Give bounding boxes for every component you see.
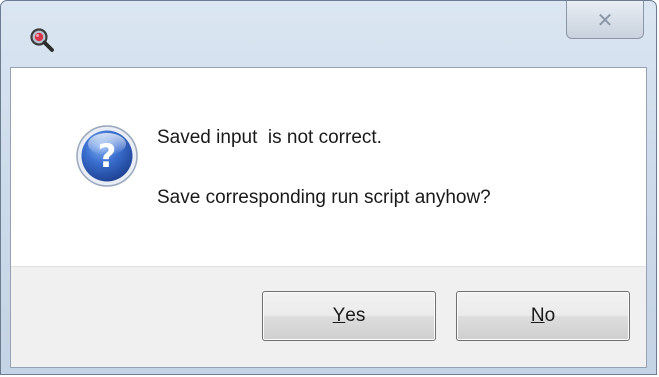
svg-text:?: ? [98,137,117,175]
magnifier-icon [30,28,54,52]
no-button-label: o [544,305,556,326]
message-line-2: Save corresponding run script anyhow? [157,187,491,208]
yes-button-label: es [345,305,366,326]
question-icon: ? [76,125,138,187]
dialog-window: ✕ ? Saved input is not correct. Save cor… [0,0,657,375]
no-button-mnemonic: N [530,305,545,326]
message-area: ? Saved input is not correct. Save corre… [11,68,646,266]
title-bar[interactable]: ✕ [1,1,656,67]
button-bar: Yes No [11,266,646,367]
dialog-client-area: ? Saved input is not correct. Save corre… [10,67,647,368]
yes-button[interactable]: Yes [262,291,436,341]
yes-button-mnemonic: Y [332,305,346,326]
no-button[interactable]: No [456,291,630,341]
message-line-1: Saved input is not correct. [157,127,382,148]
close-button[interactable]: ✕ [566,1,644,39]
close-icon: ✕ [596,7,614,32]
